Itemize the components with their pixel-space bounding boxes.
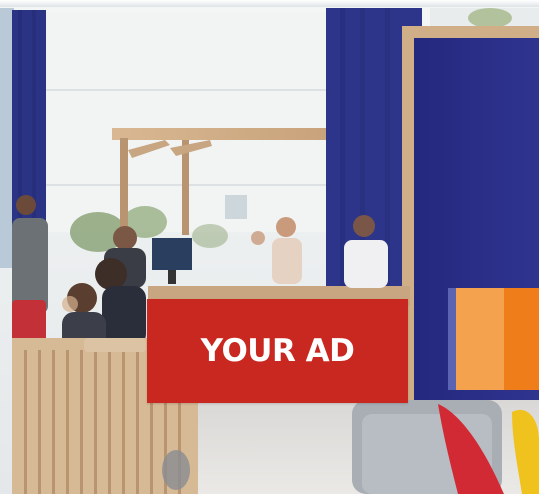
top-edge: [0, 0, 539, 7]
ad-placeholder-frame: YOUR AD: [0, 0, 539, 494]
dark-orange-block: [504, 288, 539, 390]
partial-ad-accent: [448, 288, 539, 390]
ad-label: YOUR AD: [200, 333, 355, 369]
light-orange-block: [456, 288, 504, 390]
background-photo: [0, 0, 539, 494]
your-ad-banner[interactable]: YOUR AD: [147, 299, 408, 403]
blue-edge-block: [448, 288, 456, 390]
